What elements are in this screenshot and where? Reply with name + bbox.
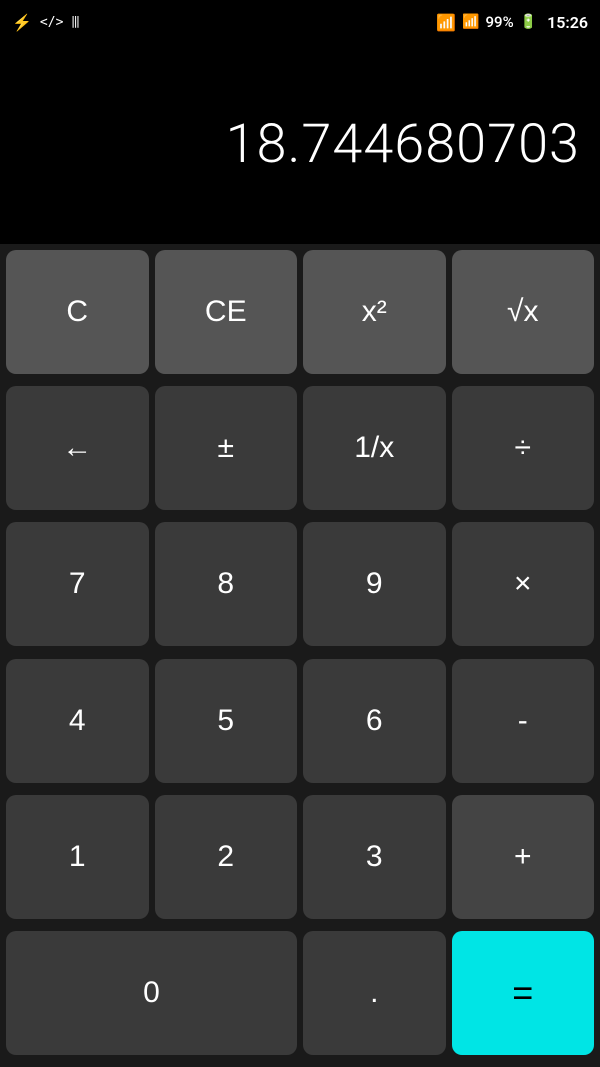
btn-3[interactable]: 3 — [303, 795, 446, 919]
btn-7[interactable]: 7 — [6, 522, 149, 646]
btn-multiply[interactable]: × — [452, 522, 595, 646]
barcode-icon: ||| — [71, 14, 78, 30]
btn-decimal[interactable]: . — [303, 931, 446, 1055]
btn-6[interactable]: 6 — [303, 659, 446, 783]
btn-2[interactable]: 2 — [155, 795, 298, 919]
btn-inverse[interactable]: 1/x — [303, 386, 446, 510]
btn-1[interactable]: 1 — [6, 795, 149, 919]
battery-percent: 99% — [486, 13, 514, 31]
code-icon: </> — [40, 15, 63, 30]
btn-divide[interactable]: ÷ — [452, 386, 595, 510]
btn-backspace[interactable]: ← — [6, 386, 149, 510]
btn-ce[interactable]: CE — [155, 250, 298, 374]
display-area: 18.744680703 — [0, 44, 600, 244]
calculator-grid: C CE x² √x ← ± 1/x ÷ 7 8 9 × 4 5 6 - 1 2… — [0, 244, 600, 1067]
battery-icon: 🔋 — [520, 14, 537, 30]
status-right-info: 📶 📶 99% 🔋 15:26 — [436, 13, 588, 32]
button-row-1: C CE x² √x — [6, 250, 594, 380]
btn-c[interactable]: C — [6, 250, 149, 374]
button-row-2: ← ± 1/x ÷ — [6, 386, 594, 516]
btn-x2[interactable]: x² — [303, 250, 446, 374]
btn-8[interactable]: 8 — [155, 522, 298, 646]
btn-subtract[interactable]: - — [452, 659, 595, 783]
btn-equals[interactable]: = — [452, 931, 595, 1055]
btn-0[interactable]: 0 — [6, 931, 297, 1055]
display-value: 18.744680703 — [226, 113, 580, 176]
wifi-icon: 📶 — [436, 13, 456, 32]
btn-plusminus[interactable]: ± — [155, 386, 298, 510]
button-row-3: 7 8 9 × — [6, 522, 594, 652]
btn-9[interactable]: 9 — [303, 522, 446, 646]
button-row-5: 1 2 3 + — [6, 795, 594, 925]
signal-icon: 📶 — [462, 14, 479, 30]
btn-add[interactable]: + — [452, 795, 595, 919]
status-bar: ⚡ </> ||| 📶 📶 99% 🔋 15:26 — [0, 0, 600, 44]
button-row-6: 0 . = — [6, 931, 594, 1061]
time-display: 15:26 — [547, 13, 588, 32]
btn-4[interactable]: 4 — [6, 659, 149, 783]
button-row-4: 4 5 6 - — [6, 659, 594, 789]
btn-sqrt[interactable]: √x — [452, 250, 595, 374]
status-left-icons: ⚡ </> ||| — [12, 13, 79, 32]
usb-icon: ⚡ — [12, 13, 32, 32]
btn-5[interactable]: 5 — [155, 659, 298, 783]
